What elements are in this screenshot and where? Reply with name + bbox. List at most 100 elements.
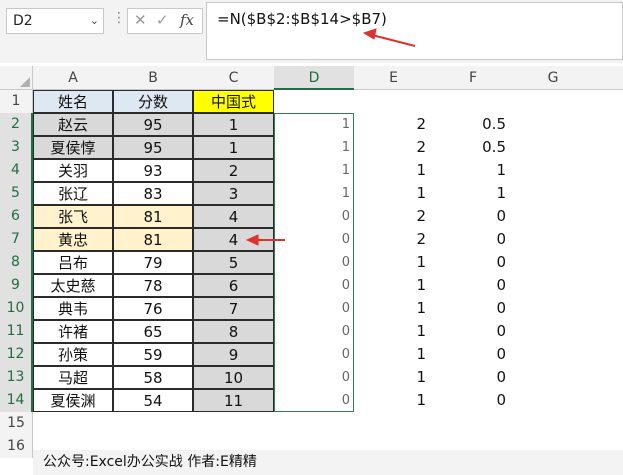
cell-f[interactable]: 1 [433,159,510,182]
cell-rank[interactable]: 9 [193,343,274,366]
cell-e[interactable]: 2 [354,228,430,251]
cell-e[interactable]: 1 [354,366,430,389]
cell-rank[interactable]: 5 [193,251,274,274]
cell-f[interactable]: 0.5 [433,113,510,136]
row-header-14[interactable]: 14 [0,389,33,412]
cell-name[interactable]: 赵云 [33,113,113,136]
cell-e[interactable]: 1 [354,182,430,205]
select-all-button[interactable] [0,66,33,90]
cell-score[interactable]: 93 [113,159,193,182]
cell-rank[interactable]: 1 [193,113,274,136]
cancel-icon[interactable]: ✕ [134,11,147,29]
fx-icon[interactable]: fx [180,11,194,29]
cell-name[interactable]: 典韦 [33,297,113,320]
enter-icon[interactable]: ✓ [156,11,169,29]
row-header-9[interactable]: 9 [0,274,33,297]
cell-name[interactable]: 吕布 [33,251,113,274]
cell-f[interactable]: 0 [433,297,510,320]
cell-e[interactable]: 1 [354,274,430,297]
cell-f[interactable]: 0 [433,205,510,228]
cell-e[interactable]: 1 [354,159,430,182]
cell-score[interactable]: 81 [113,228,193,251]
cell-e[interactable]: 2 [354,205,430,228]
cell-f[interactable]: 0 [433,320,510,343]
column-header-f[interactable]: F [433,66,513,90]
cell-e[interactable]: 1 [354,389,430,412]
cell-d[interactable]: 0 [274,274,354,297]
cell-f[interactable]: 0 [433,251,510,274]
cell-score[interactable]: 78 [113,274,193,297]
cell-rank[interactable]: 6 [193,274,274,297]
cell-f[interactable]: 0 [433,366,510,389]
chevron-down-icon[interactable]: ⌄ [90,9,99,33]
cell-e[interactable]: 1 [354,320,430,343]
cell-name[interactable]: 张辽 [33,182,113,205]
cell-f[interactable]: 0 [433,228,510,251]
row-header-3[interactable]: 3 [0,136,33,159]
cell-score[interactable]: 59 [113,343,193,366]
cell-d[interactable]: 0 [274,205,354,228]
cell-d[interactable]: 0 [274,320,354,343]
column-header-d[interactable]: D [274,66,354,90]
cell-name[interactable]: 马超 [33,366,113,389]
header-china-style[interactable]: 中国式 [193,90,274,113]
cell-rank[interactable]: 4 [193,205,274,228]
row-header-8[interactable]: 8 [0,251,33,274]
cell-name[interactable]: 关羽 [33,159,113,182]
more-icon[interactable]: ⋮ [112,10,126,26]
cell-d[interactable]: 0 [274,228,354,251]
cell-name[interactable]: 夏侯渊 [33,389,113,412]
cell-score[interactable]: 79 [113,251,193,274]
cell-d[interactable]: 0 [274,366,354,389]
cell-score[interactable]: 95 [113,113,193,136]
column-header-g[interactable]: G [513,66,593,90]
row-header-12[interactable]: 12 [0,343,33,366]
cell-rank[interactable]: 11 [193,389,274,412]
cell-rank[interactable]: 2 [193,159,274,182]
cell-score[interactable]: 83 [113,182,193,205]
cell-e[interactable]: 1 [354,297,430,320]
cell-f[interactable]: 0 [433,274,510,297]
cell-name[interactable]: 张飞 [33,205,113,228]
cell-score[interactable]: 81 [113,205,193,228]
cell-d[interactable]: 0 [274,343,354,366]
cell-d[interactable]: 1 [274,136,354,159]
cell-score[interactable]: 65 [113,320,193,343]
row-header-2[interactable]: 2 [0,113,33,136]
name-box[interactable]: D2 ⌄ [6,8,104,34]
cell-d[interactable]: 1 [274,182,354,205]
cell-score[interactable]: 76 [113,297,193,320]
cell-e[interactable]: 2 [354,113,430,136]
cell-f[interactable]: 0.5 [433,136,510,159]
cell-d[interactable]: 0 [274,297,354,320]
row-header-13[interactable]: 13 [0,366,33,389]
cell-name[interactable]: 许褚 [33,320,113,343]
cell-f[interactable]: 1 [433,182,510,205]
cell-score[interactable]: 58 [113,366,193,389]
row-header-15[interactable]: 15 [0,412,33,435]
column-header-c[interactable]: C [193,66,274,90]
cell-d[interactable]: 1 [274,159,354,182]
cell-e[interactable]: 1 [354,251,430,274]
cell-score[interactable]: 54 [113,389,193,412]
cell-d[interactable]: 0 [274,251,354,274]
cell-rank[interactable]: 1 [193,136,274,159]
row-header-6[interactable]: 6 [0,205,33,228]
column-header-a[interactable]: A [33,66,113,90]
row-header-10[interactable]: 10 [0,297,33,320]
row-header-1[interactable]: 1 [0,90,33,113]
formula-input[interactable]: =N($B$2:$B$14>$B7) [206,2,623,60]
row-header-16[interactable]: 16 [0,435,33,458]
cell-name[interactable]: 夏侯惇 [33,136,113,159]
column-header-b[interactable]: B [113,66,193,90]
cell-d[interactable]: 1 [274,113,354,136]
cell-name[interactable]: 孙策 [33,343,113,366]
cell-e[interactable]: 1 [354,343,430,366]
cell-name[interactable]: 太史慈 [33,274,113,297]
cell-name[interactable]: 黄忠 [33,228,113,251]
cell-f[interactable]: 0 [433,343,510,366]
row-header-7[interactable]: 7 [0,228,33,251]
cell-rank[interactable]: 8 [193,320,274,343]
cell-rank[interactable]: 7 [193,297,274,320]
cell-e[interactable]: 2 [354,136,430,159]
